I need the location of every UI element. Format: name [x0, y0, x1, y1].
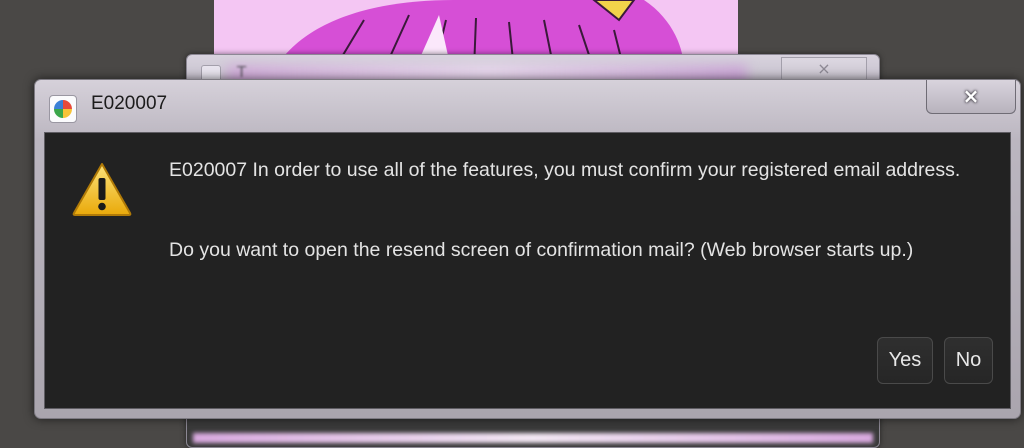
yes-button[interactable]: Yes — [877, 337, 933, 384]
message-primary: E020007 In order to use all of the featu… — [169, 159, 961, 181]
warning-icon — [72, 163, 132, 216]
dialog-title: E020007 — [91, 93, 168, 114]
message-question: Do you want to open the resend screen of… — [169, 239, 914, 261]
close-button[interactable]: × — [926, 80, 1016, 114]
no-button[interactable]: No — [944, 337, 993, 384]
background-window-footer — [193, 433, 873, 443]
error-dialog: E020007 × E020007 In order to use all of… — [34, 79, 1021, 419]
close-icon: × — [962, 84, 980, 108]
dialog-body: E020007 In order to use all of the featu… — [44, 132, 1011, 409]
app-logo-icon — [49, 95, 77, 123]
